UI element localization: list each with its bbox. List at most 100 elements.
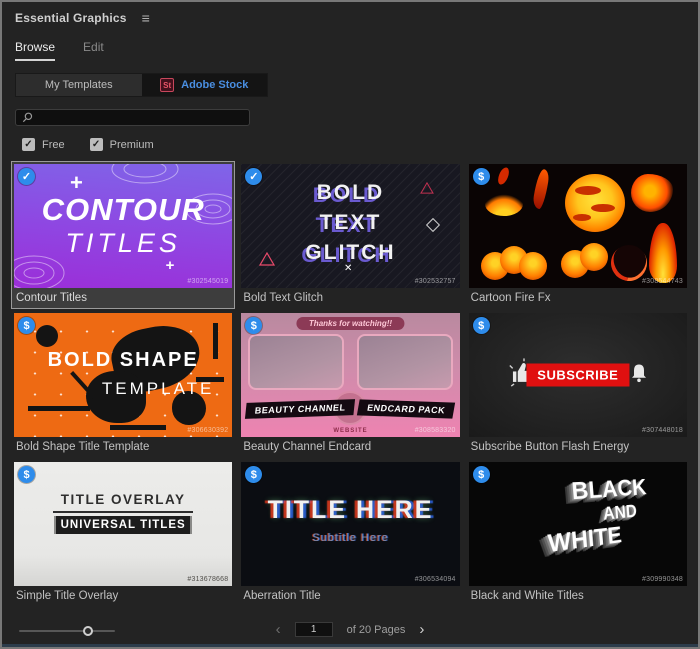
stock-id: #302545019: [187, 278, 229, 285]
fire-decoration: [484, 192, 523, 216]
thumb-title-text: BOLD SHAPE: [47, 349, 199, 371]
thanks-banner-text: Thanks for watching!!: [296, 317, 405, 330]
adobe-stock-button[interactable]: St Adobe Stock: [141, 74, 267, 96]
premium-filter[interactable]: ✓ Premium: [89, 138, 154, 151]
template-card-black-white-titles[interactable]: $ BLACK AND WHITE #309990348 Black and W…: [466, 459, 690, 607]
template-title: Bold Shape Title Template: [16, 441, 150, 453]
stock-id: #302532757: [414, 278, 456, 285]
search-icon: [22, 112, 33, 123]
plus-decoration: +: [165, 257, 175, 274]
panel-title: Essential Graphics: [15, 11, 127, 25]
premium-dollar-badge-icon: $: [472, 466, 490, 483]
fire-decoration: [630, 174, 673, 212]
template-thumbnail: $ #308544743: [468, 164, 687, 288]
my-templates-label: My Templates: [44, 79, 113, 91]
template-thumbnail: $ Thanks for watching!! BEAUTY CHANNEL E…: [241, 313, 460, 437]
right-banner-text: ENDCARD PACK: [357, 399, 456, 419]
slider-handle[interactable]: [83, 626, 93, 636]
template-card-simple-overlay[interactable]: $ TITLE OVERLAY UNIVERSAL TITLES #313678…: [11, 459, 235, 607]
video-placeholder: [356, 334, 453, 390]
premium-dollar-badge-icon: $: [472, 168, 490, 185]
template-card-beauty-endcard[interactable]: $ Thanks for watching!! BEAUTY CHANNEL E…: [238, 310, 462, 458]
template-card-subscribe-flash[interactable]: $ SUBSCRIBE #307448018 Subscribe Button …: [466, 310, 690, 458]
bell-icon: [631, 364, 646, 383]
free-checkbox-checked-icon[interactable]: ✓: [22, 138, 35, 151]
template-thumbnail: $ BLACK AND WHITE #309990348: [468, 462, 687, 586]
template-card-bold-text-glitch[interactable]: ✓ BOLD TEXT GLITCH ✕ #302532757 Bold Tex…: [238, 161, 462, 309]
page-number-input[interactable]: [294, 622, 333, 637]
template-thumbnail: ✓ BOLD TEXT GLITCH ✕ #302532757: [241, 164, 460, 288]
search-box[interactable]: [15, 109, 250, 126]
chevron-left-icon[interactable]: ‹: [276, 622, 281, 637]
adobe-stock-label: Adobe Stock: [181, 79, 249, 91]
template-thumbnail: $ BOLD SHAPE TEMPLATE #306630392: [14, 313, 233, 437]
3d-title-stack: BLACK AND WHITE: [522, 475, 651, 562]
fire-cloud-decoration: [560, 243, 608, 278]
template-title: Contour Titles: [16, 292, 87, 304]
free-check-badge-icon: ✓: [18, 168, 35, 185]
thumb-title-text: TITLE HERE: [267, 496, 434, 524]
premium-dollar-badge-icon: $: [472, 317, 490, 334]
template-title: Beauty Channel Endcard: [243, 441, 372, 453]
essential-graphics-panel: Essential Graphics ≡ Browse Edit My Temp…: [0, 0, 700, 649]
subscribe-button-text: SUBSCRIBE: [526, 363, 630, 387]
premium-checkbox-checked-icon[interactable]: ✓: [89, 138, 103, 151]
tab-bar: Browse Edit: [15, 40, 698, 61]
panel-menu-icon[interactable]: ≡: [142, 11, 150, 25]
template-thumbnail: $ SUBSCRIBE #307448018: [468, 313, 687, 437]
template-title: Bold Text Glitch: [243, 292, 324, 304]
video-placeholder: [248, 334, 345, 390]
tab-edit[interactable]: Edit: [83, 40, 104, 61]
premium-dollar-badge-icon: $: [18, 317, 35, 334]
fire-decoration: [531, 168, 550, 210]
chevron-right-icon[interactable]: ›: [419, 622, 424, 637]
template-thumbnail: $ TITLE OVERLAY UNIVERSAL TITLES #313678…: [14, 462, 233, 586]
template-grid: ✓ + + CONTOUR TITLES #302545019 Contour …: [11, 161, 690, 607]
stock-id: #313678668: [187, 576, 229, 583]
template-thumbnail: ✓ + + CONTOUR TITLES #302545019: [14, 164, 233, 288]
thumb-subtitle-text: TITLES: [65, 228, 181, 258]
page-count-label: of 20 Pages: [346, 623, 406, 636]
stock-id: #308544743: [642, 278, 683, 285]
tab-browse[interactable]: Browse: [15, 40, 56, 61]
slider-track[interactable]: [19, 630, 115, 632]
search-input[interactable]: [33, 111, 249, 124]
panel-header: Essential Graphics ≡: [2, 2, 698, 25]
stock-id: #308583320: [414, 427, 456, 434]
filter-row: ✓ Free ✓ Premium: [22, 138, 698, 151]
fire-decoration: [495, 165, 511, 187]
my-templates-button[interactable]: My Templates: [16, 74, 142, 96]
triangle-decoration: [259, 252, 276, 266]
website-text: WEBSITE: [333, 428, 368, 434]
template-thumbnail: $ TITLE HERE Subtitle Here #306534094: [241, 462, 460, 586]
adobe-stock-icon: St: [160, 78, 175, 92]
shape-decoration: [36, 325, 58, 347]
thumb-subtitle-text: UNIVERSAL TITLES: [54, 516, 193, 534]
template-title: Cartoon Fire Fx: [470, 292, 551, 304]
template-card-aberration-title[interactable]: $ TITLE HERE Subtitle Here #306534094 Ab…: [238, 459, 462, 607]
stock-id: #306630392: [187, 427, 229, 434]
underline-decoration: [53, 511, 194, 513]
shape-decoration: [28, 406, 90, 411]
premium-label: Premium: [109, 138, 154, 151]
fire-decoration: [648, 223, 677, 283]
template-card-contour-titles[interactable]: ✓ + + CONTOUR TITLES #302545019 Contour …: [11, 161, 236, 309]
panel-bottom-border: [2, 644, 698, 647]
premium-dollar-badge-icon: $: [245, 317, 263, 334]
source-toggle: My Templates St Adobe Stock: [15, 73, 268, 97]
free-filter[interactable]: ✓ Free: [22, 138, 65, 151]
stock-id: #306534094: [414, 576, 456, 583]
template-card-bold-shape[interactable]: $ BOLD SHAPE TEMPLATE #306630392 Bold Sh…: [11, 310, 235, 458]
stock-id: #309990348: [642, 576, 683, 583]
thumb-subtitle-text: TEMPLATE: [101, 379, 215, 398]
premium-dollar-badge-icon: $: [18, 466, 35, 483]
cross-decoration: ✕: [343, 263, 353, 274]
template-card-cartoon-fire-fx[interactable]: $ #308544743 Cartoon Fire Fx: [466, 161, 690, 309]
template-title: Black and White Titles: [470, 590, 584, 602]
thumbnail-size-slider[interactable]: [19, 626, 115, 636]
triangle-decoration: [419, 182, 434, 194]
thumb-title-text: TITLE OVERLAY: [60, 492, 186, 507]
template-title: Simple Title Overlay: [16, 590, 119, 602]
template-title: Aberration Title: [243, 590, 321, 602]
free-label: Free: [42, 138, 65, 151]
